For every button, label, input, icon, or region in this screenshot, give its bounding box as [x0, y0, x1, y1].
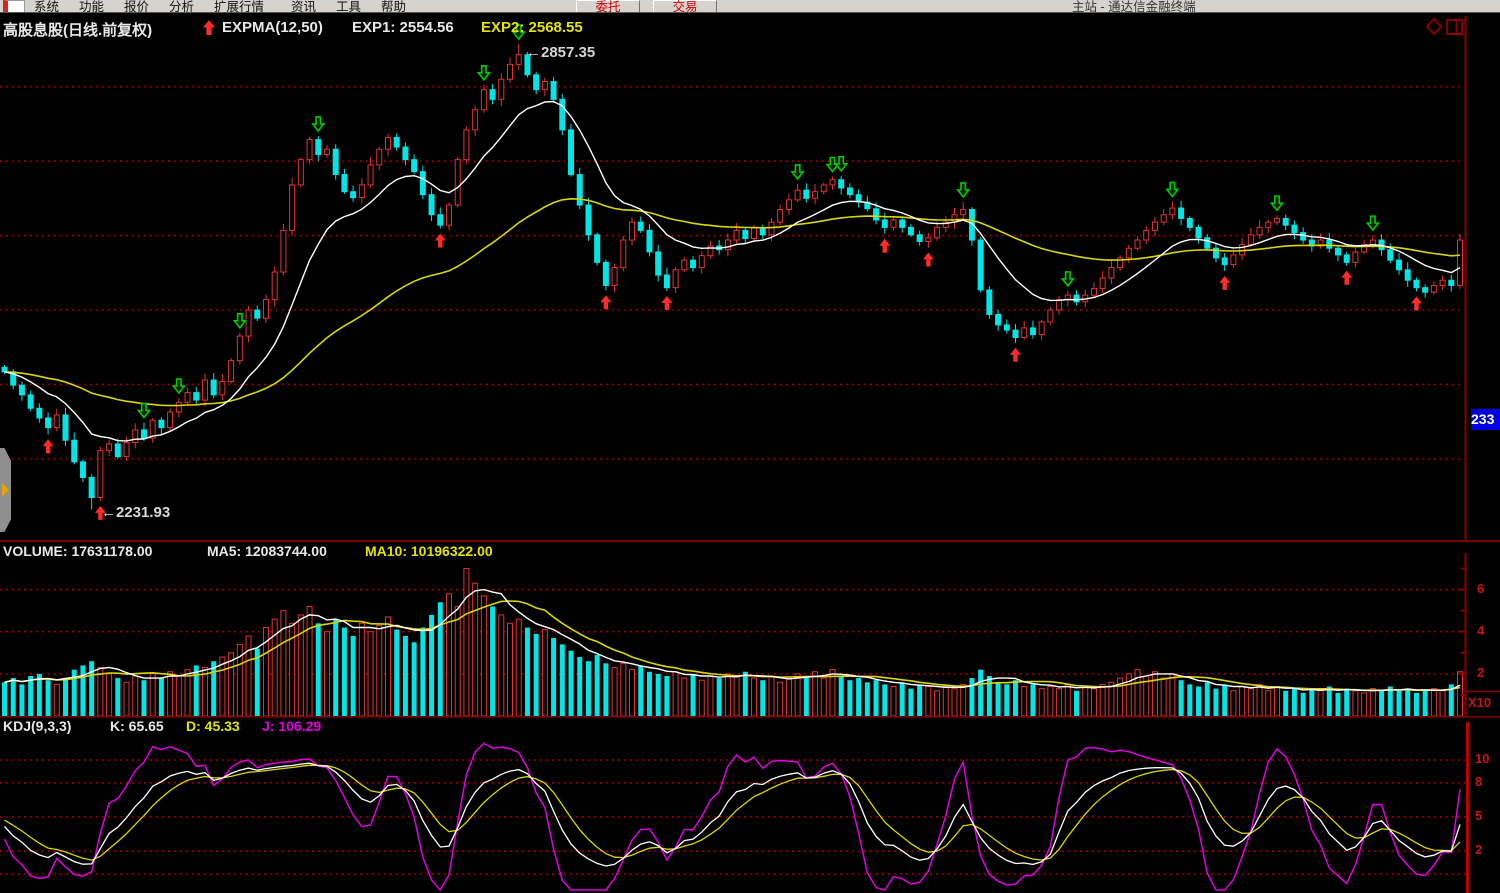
up-arrow-icon	[202, 19, 217, 41]
volume-value: VOLUME: 17631178.00	[3, 543, 152, 559]
diamond-icon	[1427, 19, 1441, 34]
menu-item-7[interactable]: 工具	[336, 0, 361, 13]
sell-arrow-icon	[1062, 272, 1073, 286]
volume-axis-tick: 2	[1477, 665, 1484, 680]
buy-arrow-icon	[879, 239, 890, 253]
buy-arrow-icon	[1010, 348, 1021, 362]
signal-arrows[interactable]	[43, 25, 1422, 520]
app-icon[interactable]	[3, 0, 25, 13]
exp2-value: EXP2: 2568.55	[481, 19, 583, 36]
sell-arrow-icon	[478, 66, 489, 80]
sell-arrow-icon	[958, 183, 969, 197]
exp1-value: EXP1: 2554.56	[352, 19, 454, 36]
menu-item-6[interactable]: 资讯	[291, 0, 316, 13]
sell-arrow-icon	[313, 117, 324, 131]
indicator-label: EXPMA(12,50)	[222, 19, 323, 36]
menu-item-1[interactable]: 系统	[34, 0, 59, 13]
axes	[0, 16, 1500, 893]
sell-arrow-icon	[1271, 196, 1282, 210]
kdj-title: KDJ(9,3,3)	[3, 718, 71, 734]
menu-red-button-1[interactable]: 委托	[576, 0, 640, 13]
kdj-k-value: K: 65.65	[110, 718, 164, 734]
kdj-j-value: J: 106.29	[262, 718, 321, 734]
menu-bar: 系统 功能 报价 分析 扩展行情 资讯 工具 帮助 委托交易 主站 - 通达信金融终端	[0, 0, 1500, 13]
kdj-axis-tick: 2	[1475, 842, 1482, 857]
expand-triangle-icon	[2, 483, 9, 497]
chart-canvas[interactable]	[0, 0, 1500, 893]
sell-arrow-icon	[138, 404, 149, 418]
volume-axis-tick: 6	[1477, 581, 1484, 596]
volume-ma10-value: MA10: 10196322.00	[365, 543, 493, 559]
buy-arrow-icon	[923, 252, 934, 266]
menu-red-button-2[interactable]: 交易	[653, 0, 717, 13]
kdj-axis-tick: 10	[1475, 751, 1489, 766]
candlestick-panel[interactable]	[0, 44, 1464, 510]
menu-item-4[interactable]: 分析	[169, 0, 194, 13]
app-window: 系统 功能 报价 分析 扩展行情 资讯 工具 帮助 委托交易 主站 - 通达信金融终端 高股息股…	[0, 0, 1500, 893]
window-icon	[1447, 20, 1462, 34]
menu-item-2[interactable]: 功能	[79, 0, 104, 13]
symbol-title: 高股息股(日线.前复权)	[3, 19, 152, 40]
buy-arrow-icon	[1219, 276, 1230, 290]
sidebar-expand-tab[interactable]	[0, 448, 11, 532]
high-annotation: ←2857.35	[526, 44, 595, 61]
low-annotation: ←2231.93	[101, 504, 170, 521]
kdj-panel[interactable]	[0, 743, 1465, 890]
buy-arrow-icon	[661, 296, 672, 310]
menu-item-3[interactable]: 报价	[124, 0, 149, 13]
volume-axis-tick: 4	[1477, 623, 1484, 638]
window-title: 主站 - 通达信金融终端	[1072, 0, 1196, 13]
kdj-axis-tick: 5	[1475, 808, 1482, 823]
sell-arrow-icon	[173, 379, 184, 393]
menu-item-5[interactable]: 扩展行情	[214, 0, 264, 13]
menu-item-8[interactable]: 帮助	[381, 0, 406, 13]
sell-arrow-icon	[234, 314, 245, 328]
buy-arrow-icon	[1411, 296, 1422, 310]
kdj-axis-tick: 8	[1475, 774, 1482, 789]
price-badge: 233	[1471, 409, 1500, 430]
volume-ma5-value: MA5: 12083744.00	[207, 543, 327, 559]
sell-arrow-icon	[1167, 182, 1178, 196]
sell-arrow-icon	[792, 165, 803, 179]
sell-arrow-icon	[1367, 216, 1378, 230]
sell-arrow-icon	[836, 157, 847, 171]
buy-arrow-icon	[600, 295, 611, 309]
buy-arrow-icon	[43, 439, 54, 453]
volume-panel[interactable]	[0, 569, 1464, 716]
panel-corner-icons[interactable]	[1427, 19, 1462, 34]
kdj-d-value: D: 45.33	[186, 718, 240, 734]
buy-arrow-icon	[1341, 271, 1352, 285]
volume-axis-unit: X10	[1468, 695, 1491, 710]
